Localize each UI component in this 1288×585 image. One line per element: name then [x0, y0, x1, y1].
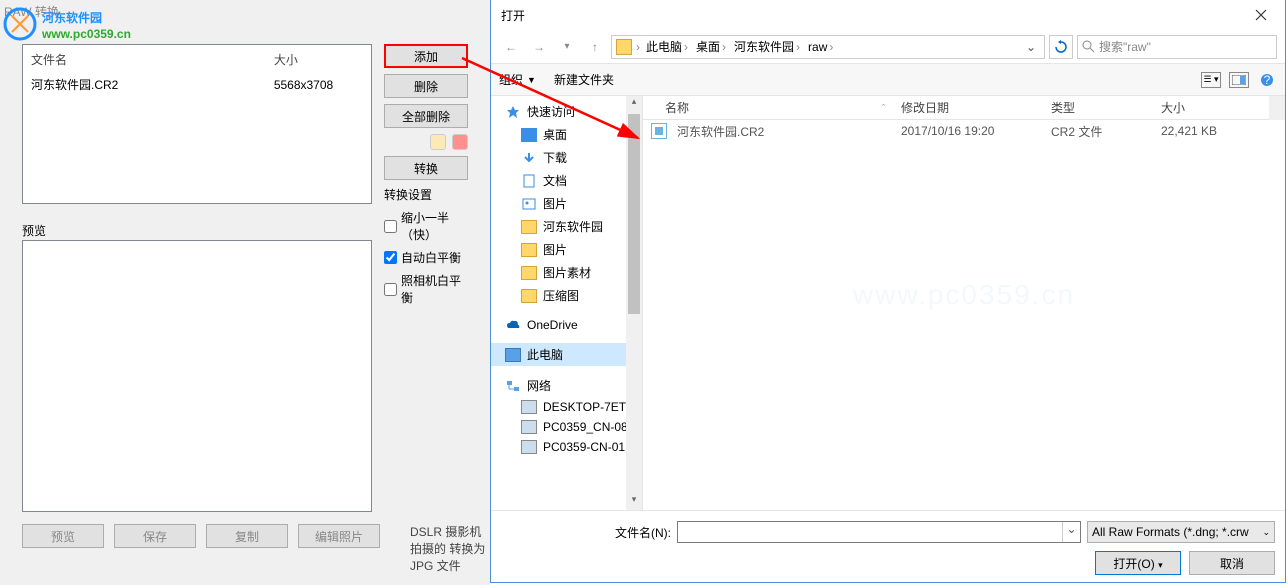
tree-folder-materials[interactable]: 图片素材 — [491, 261, 642, 284]
filepane-scrollbar[interactable] — [1269, 96, 1285, 120]
breadcrumb-desktop: 桌面› — [694, 38, 728, 55]
breadcrumb-raw: raw› — [806, 40, 835, 54]
cancel-button[interactable]: 取消 — [1189, 551, 1275, 575]
tree-onedrive[interactable]: OneDrive — [491, 315, 642, 335]
tree-folder-hdrjy[interactable]: 河东软件园 — [491, 215, 642, 238]
search-icon — [1082, 40, 1095, 53]
svg-text:河东软件园: 河东软件园 — [41, 10, 102, 25]
file-type-filter[interactable]: All Raw Formats (*.dng; *.crw⌄ — [1087, 521, 1275, 543]
tree-desktop[interactable]: 桌面📌 — [491, 123, 642, 146]
column-name[interactable]: 名称ˆ — [643, 99, 893, 116]
bottom-button-row: 预览 保存 复制 编辑照片 — [22, 524, 380, 548]
tree-this-pc[interactable]: 此电脑 — [491, 343, 642, 366]
file-open-dialog: 打开 ← → ▾ ↑ › 此电脑› 桌面› 河东软件园› raw› ⌄ 搜索"r… — [490, 0, 1286, 583]
raw-converter-window: RAW 转换 河东软件园 www.pc0359.cn 文件名 大小 河东软件园.… — [0, 0, 490, 585]
help-button[interactable]: ? — [1257, 72, 1277, 88]
watermark: www.pc0359.cn — [853, 279, 1075, 311]
dialog-footer: 文件名(N): ⌄ All Raw Formats (*.dng; *.crw⌄… — [491, 510, 1285, 585]
file-icon — [651, 123, 667, 139]
tree-net-desktop7[interactable]: DESKTOP-7ETC — [491, 397, 642, 417]
organize-button[interactable]: 组织▼ — [499, 71, 536, 88]
tree-net-pc0359-08[interactable]: PC0359_CN-08 — [491, 417, 642, 437]
side-button-panel: 添加 删除 全部删除 转换 转换设置 缩小一半（快） 自动白平衡 照相机白平衡 — [384, 44, 468, 312]
nav-forward-button[interactable]: → — [527, 35, 551, 59]
breadcrumb-this-pc: 此电脑› — [644, 38, 690, 55]
save-button[interactable]: 保存 — [114, 524, 196, 548]
tree-downloads[interactable]: 下载📌 — [491, 146, 642, 169]
delete-button[interactable]: 删除 — [384, 74, 468, 98]
column-date[interactable]: 修改日期 — [893, 99, 1043, 116]
toolbar: 组织▼ 新建文件夹 ☰ ▾ ? — [491, 64, 1285, 96]
dialog-title: 打开 — [501, 7, 1238, 24]
nav-bar: ← → ▾ ↑ › 此电脑› 桌面› 河东软件园› raw› ⌄ 搜索"raw" — [491, 30, 1285, 64]
tree-scrollbar[interactable]: ▴ ▾ — [626, 96, 642, 510]
auto-wb-checkbox[interactable]: 自动白平衡 — [384, 249, 468, 266]
help-icon[interactable] — [452, 134, 468, 150]
nav-tree[interactable]: 快速访问 桌面📌 下载📌 文档📌 图片📌 河东软件园 图片 图片素材 压缩图 O… — [491, 96, 643, 510]
preview-area — [22, 240, 372, 512]
filename-input[interactable]: ⌄ — [677, 521, 1081, 543]
logo-overlay: 河东软件园 www.pc0359.cn — [2, 6, 202, 45]
view-options-button[interactable]: ☰ ▾ — [1201, 72, 1221, 88]
file-pane[interactable]: 名称ˆ 修改日期 类型 大小 河东软件园.CR2 2017/10/16 19:2… — [643, 96, 1285, 510]
file-row[interactable]: 河东软件园.CR2 2017/10/16 19:20 CR2 文件 22,421… — [643, 120, 1285, 142]
search-input[interactable]: 搜索"raw" — [1077, 35, 1277, 59]
camera-wb-checkbox[interactable]: 照相机白平衡 — [384, 272, 468, 306]
tree-documents[interactable]: 文档📌 — [491, 169, 642, 192]
refresh-button[interactable] — [1049, 35, 1073, 59]
nav-recent-button[interactable]: ▾ — [555, 35, 579, 59]
close-button[interactable] — [1238, 1, 1283, 29]
new-folder-button[interactable]: 新建文件夹 — [554, 71, 614, 88]
column-type[interactable]: 类型 — [1043, 99, 1153, 116]
camera-icon[interactable] — [430, 134, 446, 150]
delete-all-button[interactable]: 全部删除 — [384, 104, 468, 128]
copy-button[interactable]: 复制 — [206, 524, 288, 548]
preview-label: 预览 — [22, 222, 46, 239]
shrink-half-checkbox[interactable]: 缩小一半（快） — [384, 209, 468, 243]
tree-folder-compressed[interactable]: 压缩图 — [491, 284, 642, 307]
nav-back-button[interactable]: ← — [499, 35, 523, 59]
tree-net-pc0359-01[interactable]: PC0359-CN-01 — [491, 437, 642, 457]
svg-text:www.pc0359.cn: www.pc0359.cn — [41, 27, 131, 41]
convert-button[interactable]: 转换 — [384, 156, 468, 180]
tree-folder-pictures2[interactable]: 图片 — [491, 238, 642, 261]
file-list[interactable]: 文件名 大小 河东软件园.CR2 5568x3708 — [22, 44, 372, 204]
hint-text: DSLR 摄影机拍摄的 转换为 JPG 文件 — [410, 524, 486, 574]
file-row[interactable]: 河东软件园.CR2 5568x3708 — [25, 74, 369, 95]
tree-network[interactable]: 网络 — [491, 374, 642, 397]
address-dropdown[interactable]: ⌄ — [1022, 40, 1040, 54]
filename-dropdown[interactable]: ⌄ — [1062, 522, 1080, 542]
edit-photo-button[interactable]: 编辑照片 — [298, 524, 380, 548]
tree-pictures[interactable]: 图片📌 — [491, 192, 642, 215]
add-button[interactable]: 添加 — [384, 44, 468, 68]
nav-up-button[interactable]: ↑ — [583, 35, 607, 59]
settings-title: 转换设置 — [384, 186, 468, 203]
folder-icon — [616, 39, 632, 55]
breadcrumb-folder: 河东软件园› — [732, 38, 802, 55]
column-filesize[interactable]: 大小 — [268, 47, 369, 72]
open-button[interactable]: 打开(O) ▾ — [1095, 551, 1181, 575]
svg-text:?: ? — [1264, 73, 1271, 87]
tree-quick-access[interactable]: 快速访问 — [491, 100, 642, 123]
preview-pane-button[interactable] — [1229, 72, 1249, 88]
dialog-titlebar[interactable]: 打开 — [491, 0, 1285, 30]
preview-button[interactable]: 预览 — [22, 524, 104, 548]
address-bar[interactable]: › 此电脑› 桌面› 河东软件园› raw› ⌄ — [611, 35, 1045, 59]
column-size[interactable]: 大小 — [1153, 99, 1243, 116]
column-filename[interactable]: 文件名 — [25, 47, 266, 72]
file-columns-header: 名称ˆ 修改日期 类型 大小 — [643, 96, 1285, 120]
filename-label: 文件名(N): — [501, 524, 671, 541]
